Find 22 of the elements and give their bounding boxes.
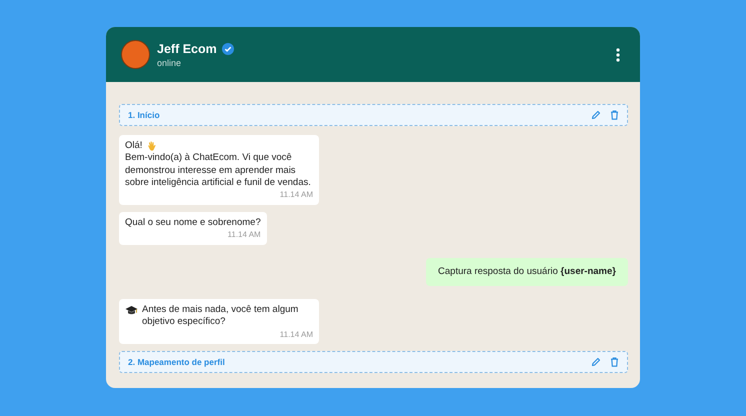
message-text: Captura resposta do usuário {user-name}: [438, 266, 616, 276]
contact-name: Jeff Ecom: [157, 42, 217, 56]
message-text: Bem-vindo(a) à ChatEcom. Vi que você demonstrou interesse em aprender mais sobre inteligência artificial e funil de vendas.: [125, 152, 312, 190]
avatar: [121, 40, 150, 69]
section-label: 2. Mapeamento de perfil: [128, 356, 226, 367]
greeting-text: Olá!: [125, 140, 142, 152]
section-bar[interactable]: 1. Início: [119, 104, 628, 126]
section-label: 1. Início: [128, 110, 161, 120]
message-text: Antes de mais nada, você tem algum objetivo específico?: [142, 304, 300, 329]
delete-icon[interactable]: [610, 110, 619, 120]
graduation-cap-icon: [125, 304, 138, 316]
edit-icon[interactable]: [591, 110, 601, 120]
message-time: 11.14 AM: [280, 190, 313, 201]
message-text: Qual o seu nome e sobrenome?: [125, 216, 261, 230]
delete-icon[interactable]: [610, 356, 619, 367]
message-time: 11.14 AM: [280, 330, 313, 340]
message-time: 11.14 AM: [228, 230, 261, 240]
more-options-icon[interactable]: [616, 48, 620, 62]
section-bar[interactable]: 2. Mapeamento de perfil: [119, 350, 628, 373]
edit-icon[interactable]: [591, 356, 601, 367]
contact-status: online: [157, 58, 182, 68]
waving-hand-icon: [146, 140, 158, 152]
